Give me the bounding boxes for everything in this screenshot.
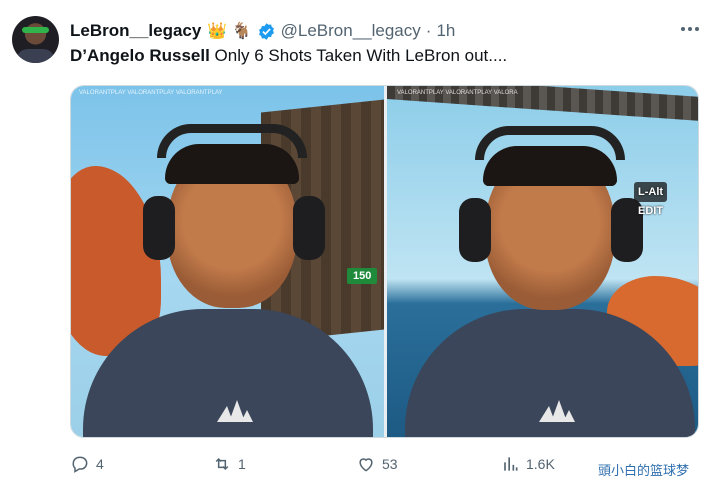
headphones-band — [475, 126, 625, 160]
user-handle[interactable]: @LeBron__legacy — [281, 21, 421, 41]
keybind-overlay: L-Alt EDIT — [634, 182, 668, 220]
views-icon — [504, 457, 518, 471]
repost-count: 1 — [238, 456, 246, 472]
source-watermark: 頭小白的篮球梦 — [598, 464, 690, 479]
tweet-time[interactable]: 1h — [436, 21, 455, 41]
media-frame-right[interactable]: VALORANTPLAY VALORANTPLAY VALORA — [387, 86, 698, 437]
tweet-text-rest: Only 6 Shots Taken With LeBron out.... — [209, 46, 508, 65]
repost-button[interactable]: 1 — [212, 454, 246, 474]
profile-avatar[interactable] — [12, 16, 59, 63]
views-button[interactable]: 1.6K — [500, 454, 555, 474]
streamer-left — [71, 86, 384, 437]
display-name[interactable]: LeBron__legacy — [70, 21, 201, 41]
streamer-right — [387, 86, 698, 437]
headphone-cup — [459, 198, 491, 262]
like-count: 53 — [382, 456, 398, 472]
tweet-text: D’Angelo Russell Only 6 Shots Taken With… — [70, 46, 507, 66]
headphones-band — [157, 124, 307, 158]
meta-separator: · — [425, 21, 432, 40]
tweet-header: LeBron__legacy 👑 🐐 @LeBron__legacy · 1h — [70, 20, 455, 42]
avatar-headband — [22, 27, 49, 33]
avatar-shirt — [16, 49, 55, 63]
media-frame-left[interactable]: VALORANTPLAY VALORANTPLAY VALORANTPLAY 1… — [71, 86, 384, 437]
heart-icon — [359, 458, 373, 472]
verified-badge-icon[interactable] — [257, 22, 276, 41]
name-emojis: 👑 🐐 — [207, 23, 252, 40]
reply-icon — [72, 456, 88, 473]
brand-logo-icon — [539, 400, 575, 422]
more-options-icon[interactable] — [676, 18, 704, 40]
reply-button[interactable]: 4 — [70, 454, 104, 474]
reply-count: 4 — [96, 456, 104, 472]
keybind-key: L-Alt — [634, 182, 668, 202]
repost-icon — [215, 457, 229, 471]
tweet-text-bold: D’Angelo Russell — [70, 46, 210, 65]
view-count: 1.6K — [526, 456, 555, 472]
headphone-cup — [293, 196, 325, 260]
tweet-media[interactable]: VALORANTPLAY VALORANTPLAY VALORANTPLAY 1… — [70, 85, 699, 438]
brand-logo-icon — [217, 400, 253, 422]
like-button[interactable]: 53 — [356, 454, 398, 474]
headphone-cup — [143, 196, 175, 260]
keybind-action: EDIT — [637, 205, 664, 217]
